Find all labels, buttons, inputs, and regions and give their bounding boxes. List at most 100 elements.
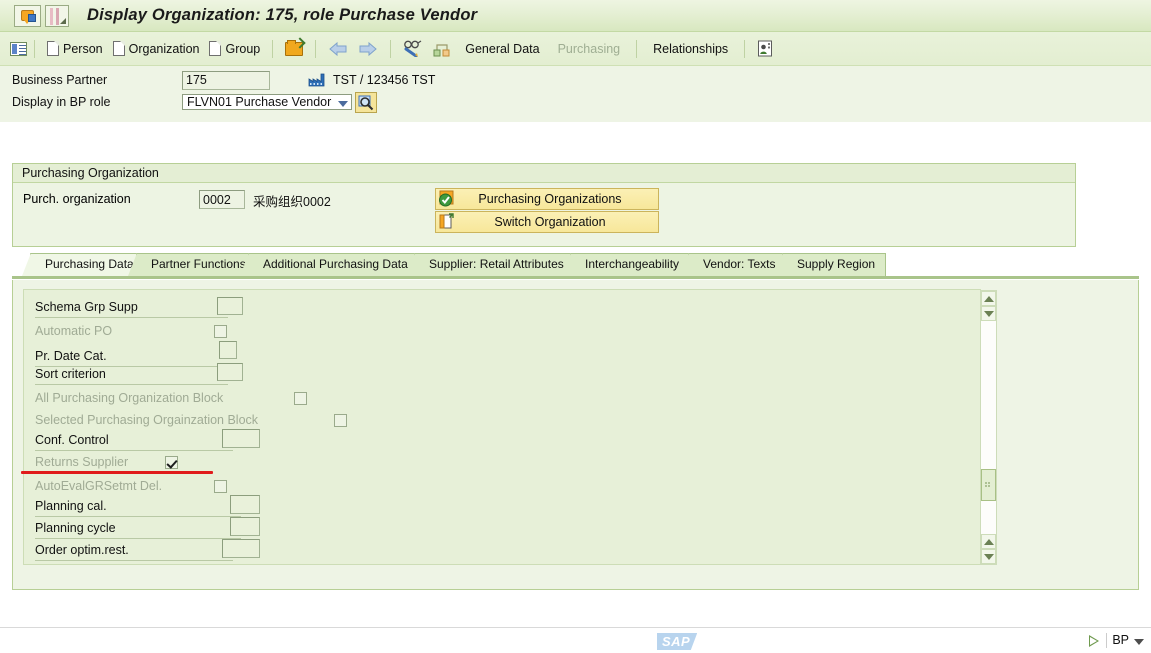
list-icon[interactable] bbox=[10, 41, 27, 56]
checkbox-returns-supplier[interactable] bbox=[165, 456, 178, 469]
input-schema-grp-supp[interactable] bbox=[217, 297, 243, 315]
input-conf-control[interactable] bbox=[222, 429, 260, 448]
relationship-button[interactable] bbox=[428, 37, 456, 61]
tab-additional-purchasing-data[interactable]: Additional Purchasing Data bbox=[240, 253, 420, 276]
group-button[interactable]: Group bbox=[204, 37, 265, 61]
relationships-tab[interactable]: Relationships bbox=[644, 42, 737, 56]
bp-role-value: FLVN01 Purchase Vendor bbox=[182, 93, 353, 110]
toolbar-divider bbox=[636, 39, 638, 58]
tab-supply-region[interactable]: Supply Region bbox=[774, 253, 886, 276]
scroll-up-arrow-icon bbox=[983, 295, 994, 302]
checkbox-selected-purchasing-orgainzation-block[interactable] bbox=[334, 414, 347, 427]
person-card-button[interactable] bbox=[752, 37, 779, 61]
chevron-down-icon bbox=[338, 100, 349, 107]
group-label: Group bbox=[225, 41, 261, 56]
organization-label: Organization bbox=[128, 41, 200, 56]
tab-label: Supply Region bbox=[797, 257, 876, 271]
person-card-icon bbox=[758, 40, 773, 57]
purch-organization-description: 采购组织0002 bbox=[253, 195, 331, 209]
scroll-up-arrow-icon bbox=[983, 538, 994, 545]
tab-interchangeability[interactable]: Interchangeability bbox=[562, 253, 694, 276]
tab-label: Supplier: Retail Attributes bbox=[429, 257, 564, 271]
partner-description: TST / 123456 TST bbox=[333, 73, 436, 87]
open-button[interactable] bbox=[280, 37, 308, 61]
label-autoevalgrsetmt-del: AutoEvalGRSetmt Del. bbox=[35, 479, 163, 493]
checkbox-autoevalgrsetmt-del[interactable] bbox=[214, 480, 227, 493]
purchasing-organization-title: Purchasing Organization bbox=[13, 164, 1075, 183]
back-arrow-icon bbox=[329, 41, 347, 56]
tab-label: Vendor: Texts bbox=[703, 257, 776, 271]
scroll-down-button-bottom[interactable] bbox=[981, 549, 996, 564]
input-pr-date-cat[interactable] bbox=[219, 341, 237, 359]
document-icon bbox=[112, 41, 125, 56]
purchasing-tab: Purchasing bbox=[557, 41, 621, 56]
tab-supplier-retail-attributes[interactable]: Supplier: Retail Attributes bbox=[406, 253, 576, 276]
back-button[interactable] bbox=[323, 37, 353, 61]
scroll-down-arrow-icon bbox=[983, 310, 994, 317]
purch-organization-input[interactable] bbox=[199, 190, 245, 209]
label-underline bbox=[35, 538, 241, 539]
tab-label: Partner Functions bbox=[151, 257, 246, 271]
page-title: Display Organization: 175, role Purchase… bbox=[87, 6, 478, 24]
tab-vendor-texts[interactable]: Vendor: Texts bbox=[680, 253, 788, 276]
input-sort-criterion[interactable] bbox=[217, 363, 243, 381]
bp-role-select[interactable]: FLVN01 Purchase Vendor bbox=[182, 93, 353, 111]
tab-label: Interchangeability bbox=[585, 257, 680, 271]
toolbar-divider bbox=[34, 39, 35, 58]
tab-strip: Purchasing Data Partner Functions Addition… bbox=[12, 253, 1139, 279]
tab-partner-functions[interactable]: Partner Functions bbox=[128, 253, 254, 276]
glasses-pencil-icon bbox=[404, 40, 422, 57]
label-all-purchasing-organization-block: All Purchasing Organization Block bbox=[35, 391, 224, 405]
session-indicator: BP bbox=[1112, 633, 1129, 647]
label-conf-control: Conf. Control bbox=[35, 433, 109, 447]
person-label: Person bbox=[63, 41, 103, 56]
role-search-button[interactable] bbox=[355, 91, 378, 113]
forward-arrow-icon bbox=[359, 41, 378, 56]
person-button[interactable]: Person bbox=[42, 37, 108, 61]
sap-bp-icon bbox=[14, 4, 41, 27]
purchasing-organization-group: Purchasing Organization Purch. organizat… bbox=[12, 163, 1076, 247]
bp-role-row: Display in BP role FLVN01 Purchase Vendo… bbox=[12, 91, 378, 113]
label-selected-purchasing-orgainzation-block: Selected Purchasing Orgainzation Block bbox=[35, 413, 259, 427]
label-planning-cal: Planning cal. bbox=[35, 499, 107, 513]
forward-button[interactable] bbox=[353, 37, 383, 61]
tab-underline bbox=[12, 276, 1139, 279]
status-divider bbox=[1106, 633, 1107, 648]
purchasing-organizations-button[interactable]: Purchasing Organizations bbox=[435, 188, 659, 210]
scroll-down-button-top[interactable] bbox=[981, 306, 996, 321]
business-partner-input[interactable] bbox=[182, 70, 270, 90]
search-magnifier-icon bbox=[358, 95, 374, 110]
purchasing-data-panel: Schema Grp Supp Automatic PO Pr. Date Cat.… bbox=[12, 280, 1139, 590]
checkbox-all-purchasing-organization-block[interactable] bbox=[294, 392, 307, 405]
scroll-up-button-top[interactable] bbox=[981, 291, 996, 306]
input-planning-cycle[interactable] bbox=[230, 517, 260, 536]
tab-purchasing-data[interactable]: Purchasing Data bbox=[22, 253, 142, 276]
window-grip-icon[interactable] bbox=[45, 4, 69, 27]
general-data-tab[interactable]: General Data bbox=[456, 42, 548, 56]
label-underline bbox=[35, 560, 233, 561]
label-schema-grp-supp: Schema Grp Supp bbox=[35, 300, 138, 314]
chevron-down-icon[interactable] bbox=[1134, 639, 1144, 645]
green-check-org-icon bbox=[438, 190, 456, 208]
organization-button[interactable]: Organization bbox=[108, 37, 205, 61]
bp-role-label: Display in BP role bbox=[12, 95, 111, 109]
toolbar-divider bbox=[744, 39, 746, 58]
scrollbar-thumb-grip[interactable] bbox=[981, 469, 996, 501]
toolbar-divider bbox=[390, 39, 392, 58]
toolbar-divider bbox=[272, 39, 274, 58]
switch-org-icon bbox=[438, 213, 456, 231]
tab-label: Additional Purchasing Data bbox=[263, 257, 408, 271]
input-planning-cal[interactable] bbox=[230, 495, 260, 514]
factory-icon bbox=[308, 73, 325, 87]
main-toolbar: Person Organization Group General Data P… bbox=[0, 32, 1151, 66]
input-order-optim-rest[interactable] bbox=[222, 539, 260, 558]
display-mode-button[interactable] bbox=[398, 37, 428, 61]
header-fields: Business Partner TST / 123456 TST Displa… bbox=[0, 66, 1151, 122]
open-folder-icon bbox=[285, 39, 304, 56]
scroll-up-button-bottom[interactable] bbox=[981, 534, 996, 549]
switch-organization-button[interactable]: Switch Organization bbox=[435, 211, 659, 233]
label-returns-supplier: Returns Supplier bbox=[35, 455, 129, 469]
purch-organization-label: Purch. organization bbox=[23, 192, 131, 206]
form-vertical-scrollbar[interactable] bbox=[980, 290, 997, 565]
checkbox-automatic-po[interactable] bbox=[214, 325, 227, 338]
